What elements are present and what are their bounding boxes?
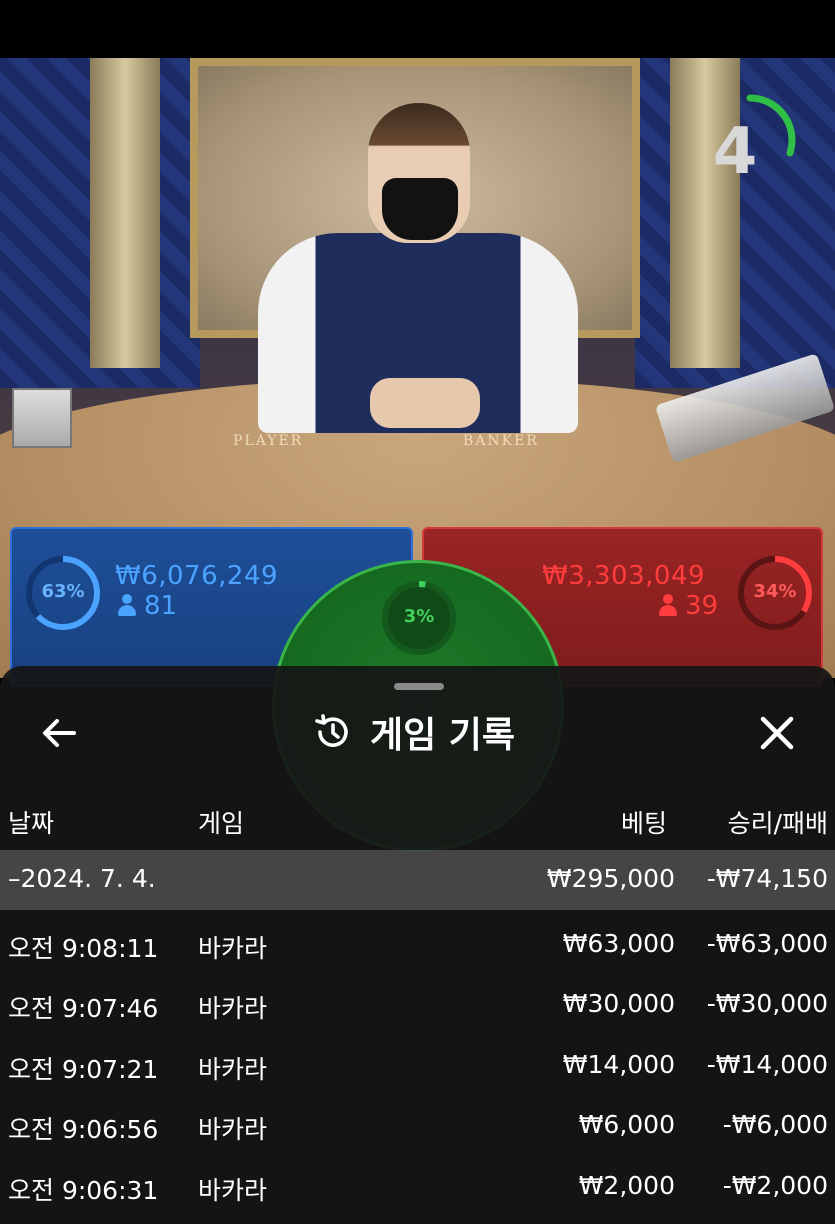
sheet-header: 게임 기록 [312, 706, 515, 758]
row-game: 바카라 [198, 1176, 268, 1205]
banker-bettor-count-value: 39 [685, 591, 719, 621]
arrow-left-icon [43, 719, 76, 747]
pillar-left [90, 58, 160, 368]
dealer-hands [370, 378, 480, 428]
row-bet: ₩30,000 [562, 989, 675, 1018]
player-bettor-count: 81 [118, 591, 177, 621]
status-bar [0, 0, 835, 58]
date-group-row[interactable]: –2024. 7. 4. ₩295,000 -₩74,150 [0, 850, 835, 910]
person-icon [659, 594, 677, 616]
banker-bettor-count: 39 [659, 591, 718, 621]
dealer-mask [382, 178, 458, 240]
row-bet: ₩14,000 [562, 1050, 675, 1079]
row-result: -₩2,000 [722, 1171, 828, 1200]
row-result: -₩14,000 [706, 1050, 828, 1079]
felt-label-player: PLAYER [233, 433, 304, 449]
felt-label-banker: BANKER [463, 433, 539, 449]
player-bet-amount: ₩6,076,249 [115, 561, 279, 591]
row-game: 바카라 [198, 1055, 268, 1084]
row-result: -₩63,000 [706, 929, 828, 958]
row-bet: ₩2,000 [578, 1171, 675, 1200]
card-stack [12, 388, 72, 448]
row-time: 오전 9:07:46 [8, 994, 159, 1023]
row-time: 오전 9:06:31 [8, 1176, 159, 1205]
date-group-result-total: -₩74,150 [706, 864, 828, 893]
row-time: 오전 9:06:56 [8, 1115, 159, 1144]
sheet-title: 게임 기록 [370, 715, 516, 756]
column-header-bet: 베팅 [620, 809, 667, 838]
row-time: 오전 9:08:11 [8, 934, 159, 963]
countdown-number: 4 [712, 115, 758, 189]
column-header-date: 날짜 [8, 809, 55, 838]
history-icon [315, 714, 348, 747]
sheet-drag-handle[interactable] [394, 683, 444, 690]
column-header-game: 게임 [198, 809, 245, 838]
row-game: 바카라 [198, 934, 268, 963]
date-group-label: –2024. 7. 4. [8, 864, 156, 893]
close-icon [760, 716, 794, 750]
back-button[interactable] [36, 710, 82, 756]
row-result: -₩6,000 [722, 1110, 828, 1139]
date-group-bet-total: ₩295,000 [546, 864, 675, 893]
person-icon [118, 594, 136, 616]
row-time: 오전 9:07:21 [8, 1055, 159, 1084]
player-percent: 63% [41, 581, 85, 602]
row-result: -₩30,000 [706, 989, 828, 1018]
row-game: 바카라 [198, 1115, 268, 1144]
game-history-sheet: 게임 기록 날짜 게임 베팅 승리/패배 –2024. 7. 4. ₩295,0… [0, 666, 835, 1224]
row-bet: ₩63,000 [562, 929, 675, 958]
row-game: 바카라 [198, 994, 268, 1023]
banker-bet-amount: ₩3,303,049 [542, 561, 706, 591]
tie-percent: 3% [403, 606, 435, 627]
banker-percent: 34% [753, 581, 797, 602]
column-header-result: 승리/패배 [727, 809, 828, 838]
row-bet: ₩6,000 [578, 1110, 675, 1139]
close-button[interactable] [754, 710, 800, 756]
player-bettor-count-value: 81 [144, 591, 178, 621]
